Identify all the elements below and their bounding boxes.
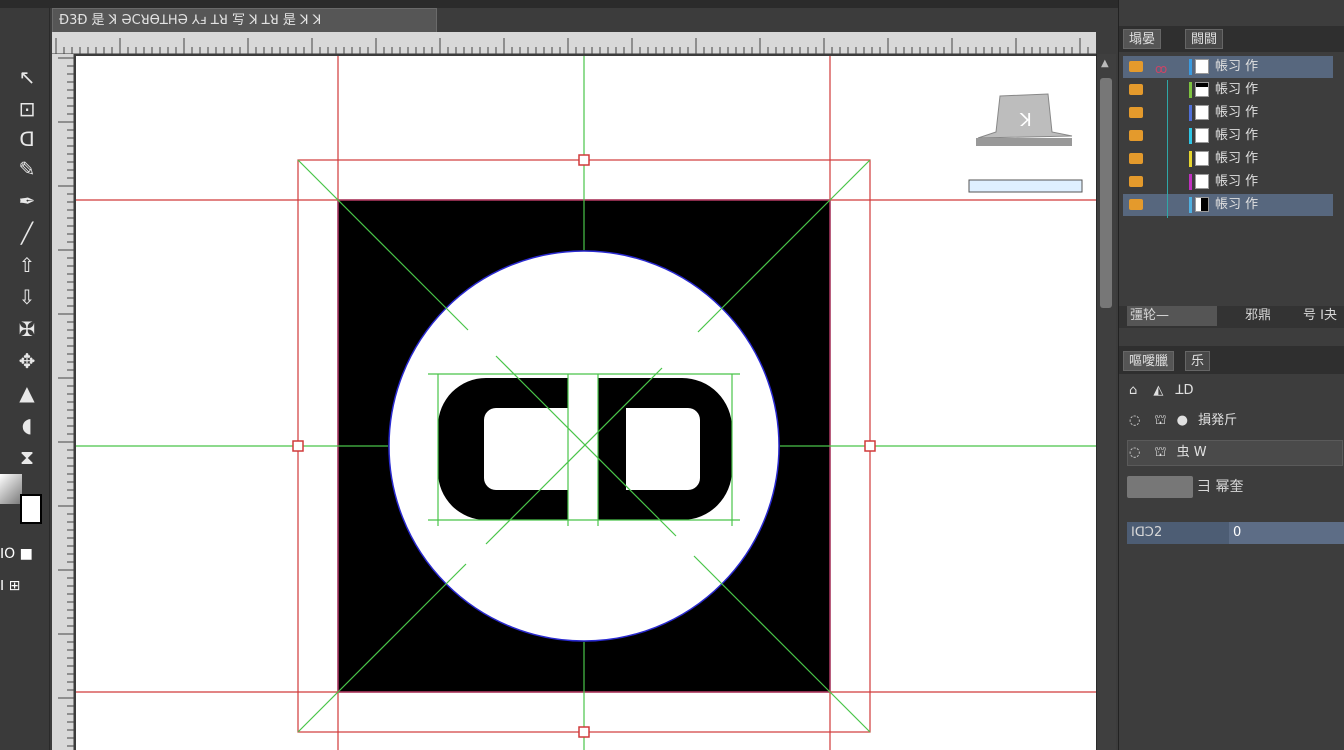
properties-row[interactable]: ⌂ ◭ ꓕD xyxy=(1129,378,1339,404)
layer-thumbnail xyxy=(1195,128,1209,143)
shape-tool-icon[interactable]: ◖ xyxy=(10,412,44,438)
stamp-progress-bar xyxy=(968,179,1083,193)
eye-icon[interactable] xyxy=(1129,153,1143,164)
group-indent-line xyxy=(1167,80,1168,218)
lock-label: 邪鼎 xyxy=(1245,308,1272,323)
tab-properties[interactable]: 嘔噯臘 xyxy=(1123,351,1175,371)
layer-thumbnail xyxy=(1195,174,1209,189)
quick-mask-mode[interactable]: ꓲO ■ xyxy=(0,546,46,566)
screen-mode-button[interactable]: ꓲ ⊞ xyxy=(0,578,46,598)
pin-tool-icon[interactable]: ✠ xyxy=(10,316,44,342)
document-canvas[interactable]: ꓘ xyxy=(76,56,1096,750)
opacity-dropdown[interactable]: 彊轮— xyxy=(1127,306,1217,326)
layer-row[interactable]: 帳习 作 xyxy=(1123,148,1333,170)
layer-thumbnail xyxy=(1195,82,1209,97)
layer-name: 帳习 作 xyxy=(1215,197,1259,212)
eye-icon[interactable] xyxy=(1129,176,1143,187)
prop-label: ꓕD xyxy=(1175,383,1194,398)
properties-row[interactable]: ◌ ⛫ ● 損発斤 xyxy=(1129,408,1339,434)
home-icon: ⌂ xyxy=(1129,383,1138,398)
field-input[interactable]: 0 xyxy=(1229,522,1344,544)
shape-icon: ◭ xyxy=(1153,383,1164,398)
properties-row[interactable]: ◌ ⛫ 虫 W xyxy=(1129,440,1339,466)
brush-tool-icon[interactable]: ✎ xyxy=(10,156,44,182)
line-tool-icon[interactable]: ╱ xyxy=(10,220,44,246)
stamp-icon: ꓘ xyxy=(976,93,1073,146)
mask-icon: ◌ xyxy=(1129,445,1141,460)
layer-thumbnail xyxy=(1195,197,1209,212)
tab-layers[interactable]: 塌晏 xyxy=(1123,29,1162,49)
layer-row[interactable]: 帳习 作 xyxy=(1123,125,1333,147)
layer-name: 帳习 作 xyxy=(1215,59,1259,74)
prop-label: 損発斤 xyxy=(1198,413,1238,428)
document-tab[interactable]: Ð3Ð 是 ꓘ̇ ƏϹꓤƟꓕꓧƏ ⅄ⅎ ꓕꓤ 写 ꓘ ꓕꓤ 是 ꓘ ꓘ xyxy=(52,8,437,32)
vertical-scrollbar[interactable]: ▲ xyxy=(1096,54,1116,750)
tab-adjustments[interactable]: 乐 xyxy=(1185,351,1211,371)
vertical-ruler xyxy=(52,54,74,750)
eye-icon[interactable] xyxy=(1129,107,1143,118)
eye-icon[interactable] xyxy=(1129,84,1143,95)
move-tool-icon[interactable]: ↖ xyxy=(10,64,44,90)
scroll-up-icon[interactable]: ▲ xyxy=(1101,58,1111,72)
stamp-small-icon: ⛫ xyxy=(1154,445,1167,460)
layer-name: 帳习 作 xyxy=(1215,174,1259,189)
tab-channels[interactable]: 闘闘 xyxy=(1185,29,1224,49)
horizontal-ruler xyxy=(52,32,1096,54)
field-label: ꓲꓷꓛ2 xyxy=(1127,522,1229,544)
layer-row[interactable]: 帳习 作 xyxy=(1123,194,1333,216)
layer-name: 帳习 作 xyxy=(1215,82,1259,97)
hourglass-tool-icon[interactable]: ⧗ xyxy=(10,444,44,470)
right-panel: 塌晏 闘闘 ꝏ 帳习 作 帳习 作 帳习 作 帳习 作 帳习 作 帳习 作 帳习… xyxy=(1118,0,1344,750)
transform-tool-icon[interactable]: ✥ xyxy=(10,348,44,374)
eye-icon[interactable] xyxy=(1129,199,1143,210)
layer-thumbnail xyxy=(1195,59,1209,74)
layer-row[interactable]: ꝏ 帳习 作 xyxy=(1123,56,1333,78)
arrow-up-tool-icon[interactable]: ⇧ xyxy=(10,252,44,278)
scrollbar-thumb[interactable] xyxy=(1100,78,1112,308)
top-bar xyxy=(0,0,1118,8)
svg-text:ꓘ: ꓘ xyxy=(1019,110,1032,131)
layer-thumbnail xyxy=(1195,105,1209,120)
prop-label: 虫 W xyxy=(1176,445,1207,460)
layer-row[interactable]: 帳习 作 xyxy=(1123,102,1333,124)
canvas-artwork: ꓘ xyxy=(76,56,1096,750)
marquee-tool-icon[interactable]: ⊡ xyxy=(10,96,44,122)
arrow-down-tool-icon[interactable]: ⇩ xyxy=(10,284,44,310)
layer-thumbnail xyxy=(1195,151,1209,166)
layer-name: 帳习 作 xyxy=(1215,128,1259,143)
toolbox: ↖ ⊡ ᗡ ✎ ✒ ╱ ⇧ ⇩ ✠ ✥ ▲ ◖ ⧗ ꓲO ■ ꓲ ⊞ xyxy=(0,8,50,750)
foreground-color-swatch[interactable] xyxy=(0,474,22,504)
layer-name: 帳习 作 xyxy=(1215,151,1259,166)
fill-label: 号 ꓲ夬 xyxy=(1303,308,1337,323)
triangle-tool-icon[interactable]: ▲ xyxy=(10,380,44,406)
slider-track[interactable] xyxy=(1127,476,1193,498)
pen-tool-icon[interactable]: ✒ xyxy=(10,188,44,214)
eye-icon[interactable] xyxy=(1129,61,1143,72)
prop-label-4: 彐 幂奎 xyxy=(1197,479,1244,495)
stamp-small-icon: ⛫ xyxy=(1154,413,1167,428)
background-color-swatch[interactable] xyxy=(20,494,42,524)
mask-icon: ◌ xyxy=(1129,413,1141,428)
lasso-tool-icon[interactable]: ᗡ xyxy=(10,126,44,152)
link-icon: ꝏ xyxy=(1155,62,1168,76)
eye-icon[interactable] xyxy=(1129,130,1143,141)
layer-row[interactable]: 帳习 作 xyxy=(1123,171,1333,193)
circle-icon: ● xyxy=(1176,413,1188,428)
layer-name: 帳习 作 xyxy=(1215,105,1259,120)
layer-row[interactable]: 帳习 作 xyxy=(1123,79,1333,101)
